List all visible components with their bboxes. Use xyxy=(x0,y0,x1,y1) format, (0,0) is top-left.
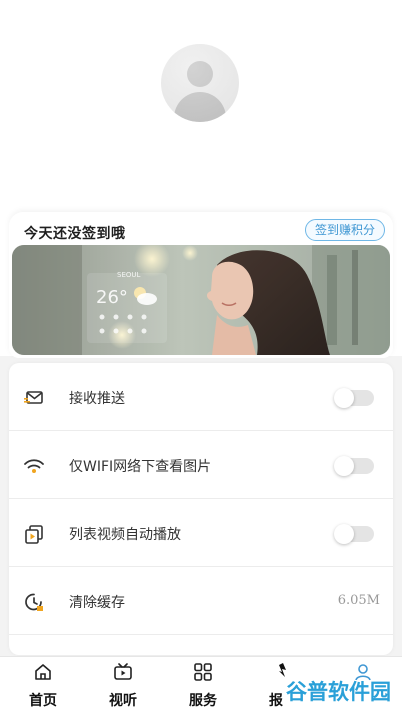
toggle-knob xyxy=(334,524,354,544)
setting-row-wifi-images[interactable]: 仅WIFI网络下查看图片 xyxy=(9,431,393,499)
tab-label: 首页 xyxy=(29,693,57,709)
profile-header xyxy=(0,0,402,210)
toggle-knob xyxy=(334,456,354,476)
settings-list: 接收推送 仅WIFI网络下查看图片 列表视频自动播放 清除缓存 6.05M xyxy=(9,363,393,655)
setting-label: 清除缓存 xyxy=(69,595,125,611)
tab-label: 服务 xyxy=(189,693,217,709)
video-play-icon xyxy=(25,525,43,544)
toggle-knob xyxy=(334,388,354,408)
setting-label: 列表视频自动播放 xyxy=(69,527,181,543)
setting-row-autoplay[interactable]: 列表视频自动播放 xyxy=(9,499,393,567)
signin-prompt: 今天还没签到哦 xyxy=(24,226,126,242)
wifi-images-toggle[interactable] xyxy=(334,456,374,476)
tv-play-icon xyxy=(114,663,132,680)
wifi-icon xyxy=(24,459,44,473)
tab-home[interactable]: 首页 xyxy=(3,657,83,714)
home-icon xyxy=(35,664,51,680)
setting-row-clear-cache[interactable]: 清除缓存 6.05M xyxy=(9,567,393,635)
clock-clear-icon xyxy=(25,593,43,611)
setting-label: 仅WIFI网络下查看图片 xyxy=(69,459,212,475)
setting-label: 接收推送 xyxy=(69,391,125,407)
tab-services[interactable]: 服务 xyxy=(163,657,243,714)
grid-icon xyxy=(194,663,212,681)
envelope-icon xyxy=(24,391,43,404)
cache-size: 6.05M xyxy=(337,593,380,608)
push-toggle[interactable] xyxy=(334,388,374,408)
signin-card: 今天还没签到哦 签到赚积分 SEOUL 26° xyxy=(9,212,393,358)
avatar-shade xyxy=(161,44,239,122)
tab-label: 视听 xyxy=(109,693,137,709)
tab-media[interactable]: 视听 xyxy=(83,657,163,714)
autoplay-toggle[interactable] xyxy=(334,524,374,544)
banner-image: SEOUL 26° xyxy=(12,245,390,355)
promo-banner[interactable]: SEOUL 26° xyxy=(12,245,390,355)
setting-row-push[interactable]: 接收推送 xyxy=(9,363,393,431)
avatar[interactable] xyxy=(161,44,239,122)
setting-row-partial[interactable] xyxy=(9,635,393,655)
watermark-text: 谷普软件园 xyxy=(286,680,391,704)
signin-button[interactable]: 签到赚积分 xyxy=(305,219,385,241)
